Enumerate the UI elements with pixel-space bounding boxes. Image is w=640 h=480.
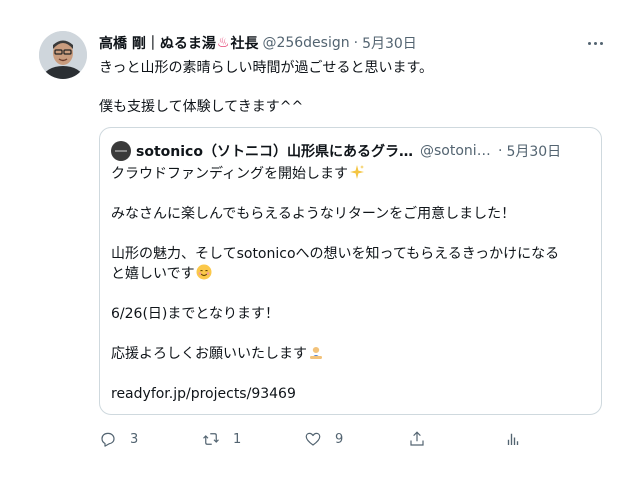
reply-count: 3 — [130, 431, 139, 447]
quoted-text-line-content: と嬉しいです — [111, 266, 195, 282]
share-button[interactable] — [408, 427, 426, 451]
analytics-icon — [507, 433, 519, 445]
separator-dot: · — [498, 143, 503, 159]
retweet-button[interactable]: 1 — [202, 427, 241, 451]
more-options-icon[interactable] — [584, 33, 606, 53]
tweet-text: きっと山形の素晴らしい時間が過ごせると思います。 僕も支援して体験してきます^^ — [99, 58, 599, 117]
quoted-text-line: と嬉しいです — [111, 264, 591, 284]
quoted-tweet-header: sotonico（ソトニコ）山形県にあるグランピング施設 @sotonico_y… — [111, 141, 593, 161]
tweet-header: 高橋 剛｜ぬるま湯 ♨ 社長 @256design · 5月30日 — [99, 33, 417, 53]
author-display-name[interactable]: 高橋 剛｜ぬるま湯 — [99, 33, 216, 53]
quoted-author-name[interactable]: sotonico（ソトニコ）山形県にあるグランピング施設 — [136, 141, 414, 161]
retweet-count: 1 — [233, 431, 242, 447]
quoted-text-line: みなさんに楽しんでもらえるようなリターンをご用意しました！ — [111, 206, 516, 222]
quoted-author-handle[interactable]: @sotonico_yamagata — [420, 143, 494, 159]
quoted-tweet[interactable]: sotonico（ソトニコ）山形県にあるグランピング施設 @sotonico_y… — [99, 127, 602, 415]
tweet-card[interactable]: 高橋 剛｜ぬるま湯 ♨ 社長 @256design · 5月30日 きっと山形の… — [0, 0, 640, 480]
tweet-actions: 3 1 9 — [99, 427, 519, 451]
smiling-face-icon — [196, 264, 212, 280]
reply-button[interactable]: 3 — [99, 427, 138, 451]
like-count: 9 — [335, 431, 344, 447]
author-display-name-suffix[interactable]: 社長 — [230, 33, 258, 53]
author-handle[interactable]: @256design — [262, 35, 349, 51]
retweet-icon — [203, 433, 219, 445]
tweet-text-line: 僕も支援して体験してきます^^ — [99, 99, 304, 115]
quoted-text-line: 山形の魅力、そしてsotonicoへの想いを知ってもらえるきっかけになる — [111, 246, 560, 262]
bowing-person-icon — [310, 347, 322, 359]
quoted-text-line-content: クラウドファンディングを開始します — [111, 166, 349, 182]
quoted-text-line: クラウドファンディングを開始します — [111, 164, 591, 184]
like-icon — [305, 432, 321, 446]
tweet-date[interactable]: 5月30日 — [362, 33, 417, 53]
reply-icon — [101, 432, 115, 447]
like-button[interactable]: 9 — [304, 427, 343, 451]
sparkles-icon — [350, 165, 365, 179]
quoted-author-avatar[interactable] — [111, 141, 131, 161]
hotspring-icon: ♨ — [216, 35, 230, 51]
quoted-text-line: 応援よろしくお願いいたします — [111, 344, 591, 364]
quoted-text-line-content: 応援よろしくお願いいたします — [111, 346, 307, 362]
quoted-link[interactable]: readyfor.jp/projects/93469 — [111, 384, 591, 404]
tweet-text-line: きっと山形の素晴らしい時間が過ごせると思います。 — [99, 60, 434, 76]
analytics-button[interactable] — [504, 427, 522, 451]
quoted-text-line: 6/26(日)までとなります！ — [111, 306, 279, 322]
author-avatar[interactable] — [39, 31, 87, 79]
separator-dot: · — [353, 35, 359, 51]
quoted-tweet-date[interactable]: 5月30日 — [506, 141, 561, 161]
share-icon — [410, 431, 424, 446]
quoted-tweet-text: クラウドファンディングを開始します みなさんに楽しんでもらえるようなリターンをご… — [111, 164, 591, 404]
